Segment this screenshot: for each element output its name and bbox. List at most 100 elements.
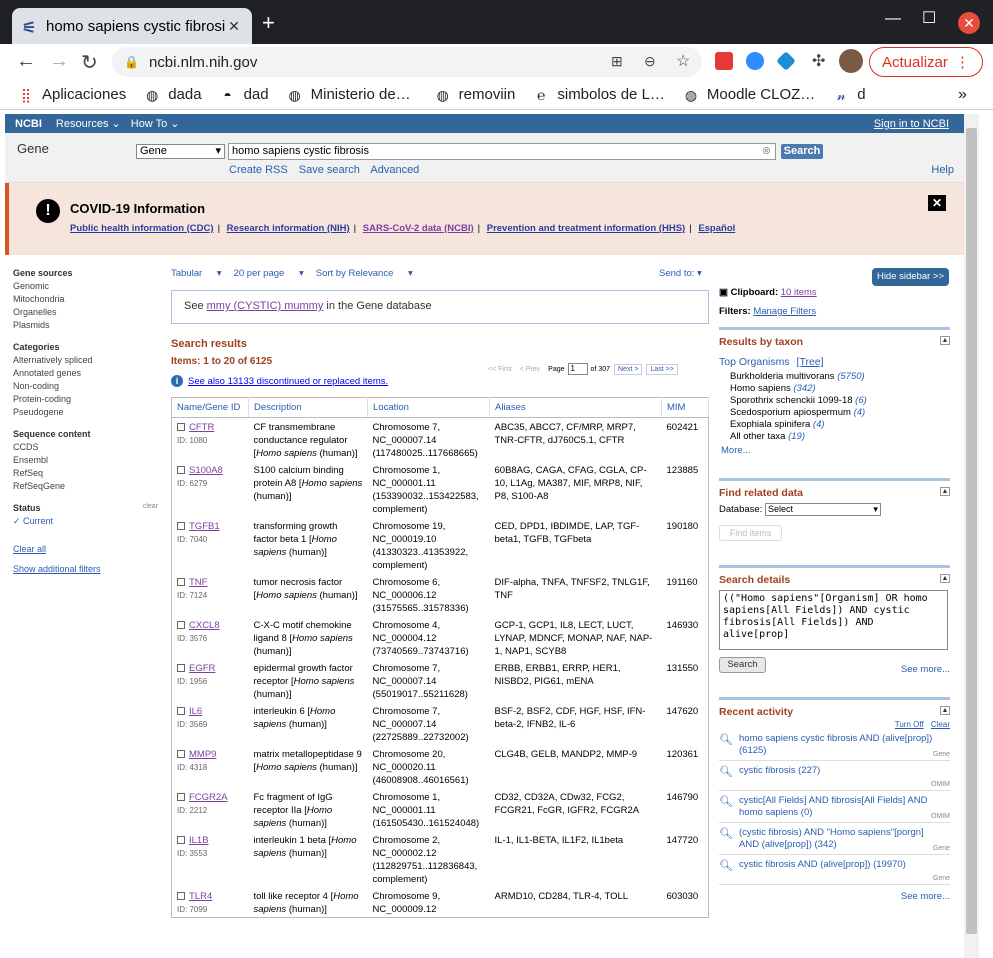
covid-link-nih[interactable]: Research information (NIH): [227, 223, 350, 234]
row-checkbox[interactable]: [177, 707, 185, 716]
update-button[interactable]: Actualizar ⋮: [869, 47, 983, 77]
row-checkbox[interactable]: [177, 892, 185, 901]
browser-tab[interactable]: ⚟ homo sapiens cystic fibrosi ✕: [12, 8, 252, 44]
col-location[interactable]: Location: [367, 397, 490, 418]
taxon-item[interactable]: Homo sapiens (342): [730, 383, 950, 395]
turn-off-link[interactable]: Turn Off: [895, 720, 924, 729]
recent-activity-item[interactable]: 🔍︎ cystic fibrosis AND (alive[prop]) (199…: [719, 855, 950, 885]
clear-search-icon[interactable]: ⊗: [762, 144, 771, 159]
row-checkbox[interactable]: [177, 836, 185, 845]
manage-filters-link[interactable]: Manage Filters: [753, 306, 816, 317]
filter-ensembl[interactable]: Ensembl: [13, 454, 158, 467]
last-page-button[interactable]: Last >>: [646, 363, 678, 375]
row-checkbox[interactable]: [177, 522, 185, 531]
clear-all-link[interactable]: Clear all: [13, 544, 46, 554]
gene-link[interactable]: MMP9: [189, 749, 216, 760]
covid-link-espanol[interactable]: Español: [698, 223, 735, 234]
filter-alt-spliced[interactable]: Alternatively spliced: [13, 354, 158, 367]
database-select[interactable]: Gene ▾: [136, 144, 225, 159]
next-page-button[interactable]: Next >: [614, 363, 643, 375]
advanced-link[interactable]: Advanced: [370, 164, 419, 176]
recent-see-more-link[interactable]: See more...: [719, 891, 950, 902]
bookmark-dada[interactable]: ◍ dada: [144, 86, 201, 103]
extension-1-icon[interactable]: [715, 52, 733, 70]
recent-activity-item[interactable]: 🔍︎ cystic[All Fields] AND fibrosis[All Fi…: [719, 791, 950, 823]
collapse-icon[interactable]: ▲: [940, 487, 950, 496]
taxon-item[interactable]: Sporothrix schenckii 1099-18 (6): [730, 395, 950, 407]
prev-page-link[interactable]: < Prev: [520, 366, 540, 373]
signin-link[interactable]: Sign in to NCBI: [874, 118, 949, 130]
show-filters-link[interactable]: Show additional filters: [13, 564, 101, 574]
bookmark-apps[interactable]: ⣿ Aplicaciones: [18, 86, 126, 103]
search-input[interactable]: homo sapiens cystic fibrosis ⊗: [228, 143, 776, 160]
taxon-item[interactable]: Exophiala spinifera (4): [730, 419, 950, 431]
status-clear-link[interactable]: clear: [143, 503, 158, 510]
gene-link[interactable]: EGFR: [189, 663, 215, 674]
clipboard-items-link[interactable]: 10 items: [781, 287, 817, 298]
see-also-link[interactable]: See also 13133 discontinued or replaced …: [188, 376, 388, 387]
row-checkbox[interactable]: [177, 750, 185, 759]
bookmark-ministerio[interactable]: ◍ Ministerio de…: [287, 86, 411, 103]
recent-activity-item[interactable]: 🔍︎ (cystic fibrosis) AND "Homo sapiens"[p…: [719, 823, 950, 855]
related-database-select[interactable]: Select ▾: [764, 503, 881, 516]
search-button[interactable]: Search: [781, 144, 823, 159]
create-rss-link[interactable]: Create RSS: [229, 164, 288, 176]
taxon-item[interactable]: Burkholderia multivorans (5750): [730, 371, 950, 383]
row-checkbox[interactable]: [177, 664, 185, 673]
close-banner-icon[interactable]: ✕: [928, 195, 946, 211]
maximize-icon[interactable]: ☐: [922, 8, 936, 28]
window-close-icon[interactable]: ✕: [958, 12, 980, 34]
clear-recent-link[interactable]: Clear: [931, 720, 950, 729]
col-mim[interactable]: MIM: [661, 397, 709, 418]
more-bookmarks-icon[interactable]: »: [958, 86, 967, 104]
suggestion-link[interactable]: mmy (CYSTIC) mummy: [207, 300, 324, 312]
first-page-link[interactable]: << First: [488, 366, 512, 373]
collapse-icon[interactable]: ▲: [940, 336, 950, 345]
collapse-icon[interactable]: ▲: [940, 574, 950, 583]
row-checkbox[interactable]: [177, 466, 185, 475]
filter-plasmids[interactable]: Plasmids: [13, 319, 158, 332]
covid-link-hhs[interactable]: Prevention and treatment information (HH…: [487, 223, 685, 234]
zoom-meeting-icon[interactable]: [746, 52, 764, 70]
format-select[interactable]: Tabular ▾: [171, 268, 222, 279]
gene-link[interactable]: S100A8: [189, 465, 223, 476]
bookmark-removiin[interactable]: ◍ removiin: [435, 86, 516, 103]
find-items-button[interactable]: Find items: [719, 525, 782, 541]
recent-activity-item[interactable]: 🔍︎ cystic fibrosis (227) OMIM: [719, 761, 950, 791]
search-details-textarea[interactable]: (("Homo sapiens"[Organism] OR homo sapie…: [719, 590, 948, 650]
covid-link-ncbi[interactable]: SARS-CoV-2 data (NCBI): [363, 223, 474, 234]
row-checkbox[interactable]: [177, 578, 185, 587]
gene-link[interactable]: TLR4: [189, 891, 212, 902]
zoom-icon[interactable]: ⊖: [644, 53, 656, 70]
close-tab-icon[interactable]: ✕: [226, 18, 242, 35]
more-taxa-link[interactable]: More...: [721, 445, 950, 456]
row-checkbox[interactable]: [177, 793, 185, 802]
recent-activity-item[interactable]: 🔍︎ homo sapiens cystic fibrosis AND (aliv…: [719, 729, 950, 761]
gene-link[interactable]: TNF: [189, 577, 207, 588]
col-name[interactable]: Name/Gene ID: [171, 397, 249, 418]
tree-link[interactable]: [Tree]: [797, 356, 824, 368]
row-checkbox[interactable]: [177, 423, 185, 432]
gene-link[interactable]: CXCL8: [189, 620, 220, 631]
filter-organelles[interactable]: Organelles: [13, 306, 158, 319]
ncbi-logo[interactable]: NCBI: [15, 118, 42, 130]
top-organisms-link[interactable]: Top Organisms: [719, 356, 790, 368]
filter-current[interactable]: ✓ Current: [13, 515, 158, 528]
back-icon[interactable]: ←: [16, 50, 36, 73]
taxon-item[interactable]: Scedosporium apiospermum (4): [730, 407, 950, 419]
row-checkbox[interactable]: [177, 621, 185, 630]
filter-annotated[interactable]: Annotated genes: [13, 367, 158, 380]
bookmark-moodle[interactable]: ◍ Moodle CLOZ…: [683, 86, 815, 103]
gene-link[interactable]: CFTR: [189, 422, 214, 433]
hide-sidebar-button[interactable]: Hide sidebar >>: [872, 268, 949, 286]
filter-refseqgene[interactable]: RefSeqGene: [13, 480, 158, 493]
perpage-select[interactable]: 20 per page ▾: [234, 268, 304, 279]
save-search-link[interactable]: Save search: [299, 164, 360, 176]
filter-pseudogene[interactable]: Pseudogene: [13, 406, 158, 419]
help-link[interactable]: Help: [931, 164, 954, 176]
translate-icon[interactable]: ⊞: [611, 53, 623, 70]
filter-noncoding[interactable]: Non-coding: [13, 380, 158, 393]
extension-2-icon[interactable]: [776, 51, 796, 71]
taxon-item[interactable]: All other taxa (19): [730, 431, 950, 443]
minimize-icon[interactable]: —: [885, 10, 901, 28]
